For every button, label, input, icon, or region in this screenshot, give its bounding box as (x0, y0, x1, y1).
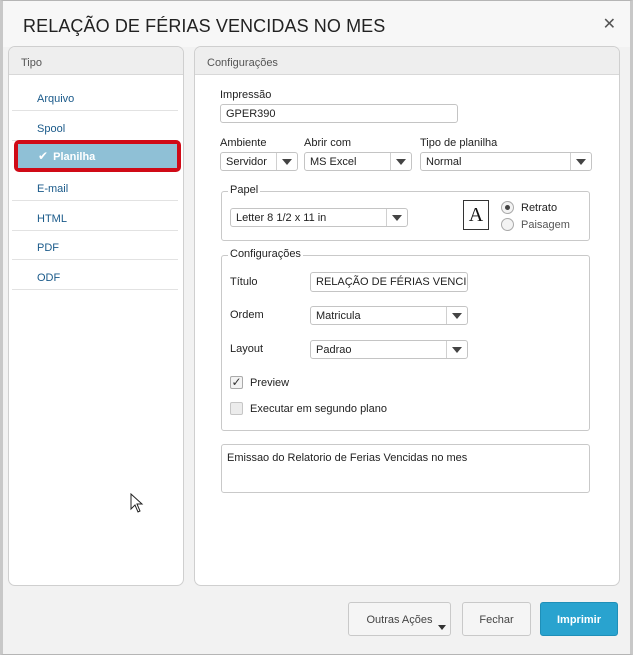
preview-label[interactable]: Preview (250, 377, 289, 389)
report-description: Emissao do Relatorio de Ferias Vencidas … (221, 444, 590, 493)
check-icon: ✔ (38, 149, 49, 163)
titulo-label: Título (230, 276, 258, 288)
chevron-down-icon[interactable] (276, 153, 297, 170)
tipo-planilha-label: Tipo de planilha (420, 137, 498, 149)
ambiente-select[interactable]: Servidor (220, 152, 298, 171)
retrato-radio[interactable] (501, 201, 514, 214)
caret-down-icon (438, 625, 446, 630)
tipo-item-spool[interactable]: Spool (12, 115, 178, 141)
papel-legend: Papel (228, 184, 261, 196)
tipo-item-email[interactable]: E-mail (12, 175, 178, 201)
dialog-title: RELAÇÃO DE FÉRIAS VENCIDAS NO MES (23, 16, 386, 36)
titulo-input[interactable]: RELAÇÃO DE FÉRIAS VENCIDA (310, 272, 468, 292)
chevron-down-icon[interactable] (386, 209, 407, 226)
tipo-item-pdf[interactable]: PDF (12, 234, 178, 260)
chevron-down-icon[interactable] (570, 153, 591, 170)
segundo-plano-label[interactable]: Executar em segundo plano (250, 403, 387, 415)
abrir-com-label: Abrir com (304, 137, 352, 149)
preview-checkbox[interactable]: ✓ (230, 376, 243, 389)
outras-acoes-button[interactable]: Outras Ações (348, 602, 451, 636)
tipo-item-html[interactable]: HTML (12, 205, 178, 231)
configuracoes-legend: Configurações (228, 248, 303, 260)
chevron-down-icon[interactable] (446, 341, 467, 358)
layout-select[interactable]: Padrao (310, 340, 468, 359)
impressao-input[interactable]: GPER390 (220, 104, 458, 123)
ordem-select[interactable]: Matricula (310, 306, 468, 325)
fechar-button[interactable]: Fechar (462, 602, 531, 636)
tipo-item-arquivo[interactable]: Arquivo (12, 85, 178, 111)
imprimir-button[interactable]: Imprimir (540, 602, 618, 636)
close-icon[interactable]: ✕ (603, 14, 616, 34)
paisagem-radio[interactable] (501, 218, 514, 231)
paisagem-label[interactable]: Paisagem (521, 219, 570, 231)
segundo-plano-checkbox[interactable] (230, 402, 243, 415)
ordem-label: Ordem (230, 309, 264, 321)
mouse-cursor-icon (130, 493, 144, 513)
chevron-down-icon[interactable] (446, 307, 467, 324)
tipo-item-odf[interactable]: ODF (12, 264, 178, 290)
config-panel-header: Configurações (195, 47, 619, 75)
layout-label: Layout (230, 343, 264, 355)
impressao-label: Impressão (220, 89, 272, 101)
dialog-titlebar: RELAÇÃO DE FÉRIAS VENCIDAS NO MES ✕ (3, 1, 630, 47)
abrir-com-select[interactable]: MS Excel (304, 152, 412, 171)
paper-size-select[interactable]: Letter 8 1/2 x 11 in (230, 208, 408, 227)
tipo-panel-header: Tipo (9, 47, 183, 75)
chevron-down-icon[interactable] (390, 153, 411, 170)
ambiente-label: Ambiente (220, 137, 267, 149)
retrato-label[interactable]: Retrato (521, 202, 557, 214)
tipo-planilha-select[interactable]: Normal (420, 152, 592, 171)
tipo-item-planilha[interactable]: ✔ Planilha (18, 144, 177, 168)
page-orientation-icon: A (463, 200, 489, 230)
print-dialog: RELAÇÃO DE FÉRIAS VENCIDAS NO MES ✕ Tipo… (0, 0, 633, 655)
